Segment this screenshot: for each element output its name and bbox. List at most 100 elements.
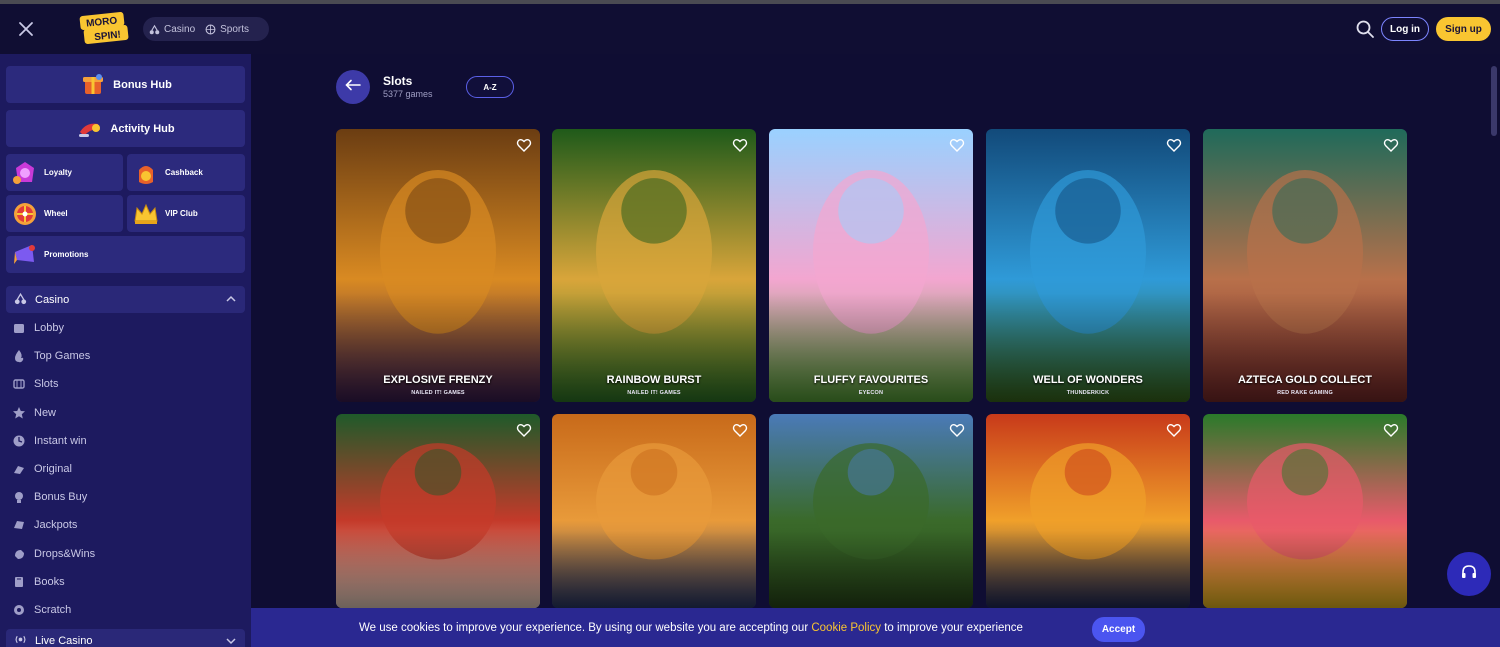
- favorite-heart-icon[interactable]: [1383, 137, 1399, 153]
- loyalty-label: Loyalty: [44, 168, 73, 177]
- sidebar-item-label: Scratch: [34, 604, 72, 616]
- sidebar-item-label: Books: [34, 575, 65, 588]
- sidebar-item-original[interactable]: Original: [12, 458, 72, 480]
- sidebar-item-instant-win[interactable]: Instant win: [12, 430, 87, 452]
- game-thumbnail: [336, 414, 540, 608]
- product-toggle: Casino Sports: [143, 17, 269, 41]
- favorite-heart-icon[interactable]: [516, 137, 532, 153]
- game-card[interactable]: [1203, 414, 1407, 608]
- game-thumbnail: [986, 129, 1190, 402]
- svg-text:SPIN!: SPIN!: [94, 29, 122, 43]
- sidebar-item-label: Slots: [34, 378, 59, 391]
- wheel-label: Wheel: [44, 209, 68, 218]
- loyalty-tile[interactable]: Loyalty: [6, 154, 123, 191]
- promotions-tile[interactable]: Promotions: [6, 236, 245, 273]
- favorite-heart-icon[interactable]: [732, 422, 748, 438]
- bonus-buy-icon: [12, 490, 26, 504]
- back-button[interactable]: [336, 70, 370, 104]
- game-thumbnail: [769, 414, 973, 608]
- sort-az-button[interactable]: A-Z: [466, 76, 514, 98]
- scrollbar-thumb[interactable]: [1491, 66, 1497, 136]
- sidebar-item-lobby[interactable]: Lobby: [12, 317, 64, 339]
- cashback-tile[interactable]: Cashback: [127, 154, 245, 191]
- flame-icon: [12, 349, 26, 363]
- sidebar-item-label: Jackpots: [34, 519, 78, 532]
- chevron-down-icon: [225, 636, 237, 647]
- casino-section-header[interactable]: Casino: [6, 286, 245, 313]
- sidebar-item-bonus-buy[interactable]: Bonus Buy: [12, 486, 87, 508]
- accept-cookies-button[interactable]: Accept: [1092, 617, 1145, 642]
- page-title: Slots: [383, 74, 413, 88]
- sidebar-item-label: Top Games: [34, 350, 91, 363]
- headset-icon: [1460, 563, 1478, 586]
- favorite-heart-icon[interactable]: [516, 422, 532, 438]
- wheel-tile[interactable]: Wheel: [6, 195, 123, 232]
- page-scrollbar[interactable]: [1489, 56, 1499, 647]
- vip-club-label: VIP Club: [165, 209, 198, 218]
- game-card[interactable]: RAINBOW BURST NAILED IT! GAMES: [552, 129, 756, 402]
- sidebar-item-slots[interactable]: Slots: [12, 373, 58, 395]
- game-card[interactable]: WELL OF WONDERS THUNDERKICK: [986, 129, 1190, 402]
- cookie-policy-link[interactable]: Cookie Policy: [811, 622, 881, 634]
- live-casino-section-header[interactable]: Live Casino: [6, 629, 245, 647]
- cookie-banner: We use cookies to improve your experienc…: [251, 608, 1500, 647]
- close-icon[interactable]: [14, 17, 38, 41]
- search-icon[interactable]: [1355, 19, 1375, 39]
- games-count: 5377 games: [383, 89, 433, 99]
- sidebar-item-new[interactable]: New: [12, 402, 56, 424]
- chevron-up-icon: [225, 294, 237, 307]
- game-card[interactable]: [336, 414, 540, 608]
- game-card[interactable]: EXPLOSIVE FRENZY NAILED IT! GAMES: [336, 129, 540, 402]
- cookie-text: We use cookies to improve your experienc…: [359, 622, 1023, 634]
- cashback-icon: [131, 158, 161, 188]
- sidebar-item-top-games[interactable]: Top Games: [12, 345, 90, 367]
- toggle-casino[interactable]: Casino: [149, 24, 195, 35]
- game-title: WELL OF WONDERS: [1033, 374, 1143, 386]
- toggle-casino-label: Casino: [164, 23, 196, 35]
- lobby-icon: [12, 321, 26, 335]
- cookie-text-after: to improve your experience: [881, 622, 1023, 634]
- sidebar-item-label: Instant win: [34, 434, 87, 447]
- sidebar-item-label: Drops&Wins: [34, 547, 96, 560]
- favorite-heart-icon[interactable]: [732, 137, 748, 153]
- game-card[interactable]: [986, 414, 1190, 608]
- loyalty-icon: [10, 158, 40, 188]
- activity-hub-icon: [76, 116, 104, 142]
- top-header: MORO SPIN! Casino Sports Log in Sign up: [0, 4, 1500, 54]
- game-card[interactable]: AZTECA GOLD COLLECT RED RAKE GAMING: [1203, 129, 1407, 402]
- game-thumbnail: [1203, 129, 1407, 402]
- favorite-heart-icon[interactable]: [949, 137, 965, 153]
- favorite-heart-icon[interactable]: [1166, 137, 1182, 153]
- game-provider: EYECON: [858, 390, 884, 396]
- game-provider: NAILED IT! GAMES: [627, 390, 681, 396]
- game-title: AZTECA GOLD COLLECT: [1237, 374, 1373, 386]
- sidebar-item-drops-wins[interactable]: Drops&Wins: [12, 543, 95, 565]
- sidebar-item-scratch[interactable]: Scratch: [12, 599, 71, 621]
- toggle-sports[interactable]: Sports: [205, 24, 249, 35]
- sidebar-item-books[interactable]: Books: [12, 571, 65, 593]
- casino-section-label: Casino: [35, 293, 70, 306]
- game-card[interactable]: [552, 414, 756, 608]
- crown-icon: [131, 199, 161, 229]
- promotions-icon: [10, 240, 40, 270]
- game-thumbnail: [336, 129, 540, 402]
- vip-club-tile[interactable]: VIP Club: [127, 195, 245, 232]
- game-card[interactable]: [769, 414, 973, 608]
- bonus-hub-button[interactable]: Bonus Hub: [6, 66, 245, 103]
- sidebar-item-jackpots[interactable]: Jackpots: [12, 514, 77, 536]
- game-card[interactable]: FLUFFY FAVOURITES EYECON: [769, 129, 973, 402]
- activity-hub-button[interactable]: Activity Hub: [6, 110, 245, 147]
- sidebar-item-label: Lobby: [34, 322, 64, 334]
- drops-wins-icon: [12, 547, 26, 561]
- scratch-icon: [12, 603, 26, 617]
- favorite-heart-icon[interactable]: [949, 422, 965, 438]
- game-title: EXPLOSIVE FRENZY: [383, 374, 493, 386]
- support-chat-button[interactable]: [1447, 552, 1491, 596]
- morospin-logo[interactable]: MORO SPIN!: [76, 12, 132, 46]
- signup-button[interactable]: Sign up: [1436, 17, 1491, 41]
- favorite-heart-icon[interactable]: [1166, 422, 1182, 438]
- game-title: FLUFFY FAVOURITES: [813, 374, 929, 386]
- login-button[interactable]: Log in: [1381, 17, 1429, 41]
- favorite-heart-icon[interactable]: [1383, 422, 1399, 438]
- game-provider: THUNDERKICK: [1066, 390, 1110, 396]
